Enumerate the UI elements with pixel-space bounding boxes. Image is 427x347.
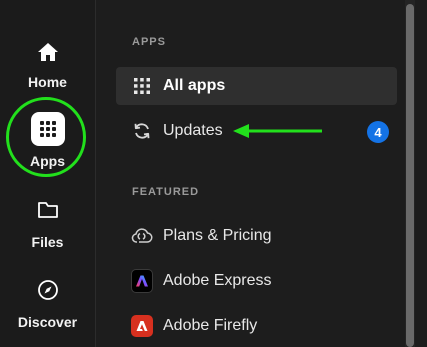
refresh-icon (131, 120, 153, 142)
nav-label-apps: Apps (30, 153, 65, 169)
section-header-featured: FEATURED (132, 186, 200, 198)
compass-icon (34, 276, 62, 304)
creative-cloud-icon (131, 225, 153, 247)
menu-label-adobe-express: Adobe Express (163, 272, 272, 289)
home-icon (34, 38, 62, 66)
folder-icon (34, 196, 62, 224)
nav-label-home: Home (28, 74, 67, 90)
nav-label-files: Files (31, 234, 64, 250)
nav-item-apps[interactable]: Apps (0, 112, 95, 169)
left-nav-rail: Home Apps Files Discover (0, 0, 96, 347)
nav-item-discover[interactable]: Discover (0, 276, 95, 330)
menu-item-adobe-express[interactable]: Adobe Express (116, 262, 397, 300)
adobe-firefly-icon (131, 315, 153, 337)
section-header-apps: APPS (132, 36, 166, 48)
menu-label-all-apps: All apps (163, 77, 226, 94)
adobe-express-icon (131, 269, 153, 293)
menu-label-adobe-firefly: Adobe Firefly (163, 317, 258, 334)
nav-item-home[interactable]: Home (0, 38, 95, 90)
apps-panel: APPS All apps Updates 4 FEATURED Plans &… (96, 0, 427, 347)
annotation-arrow-icon (233, 124, 322, 138)
updates-count-badge: 4 (367, 121, 389, 143)
nav-label-discover: Discover (17, 314, 78, 330)
menu-label-updates: Updates (163, 122, 223, 139)
scrollbar-thumb[interactable] (406, 4, 414, 347)
menu-item-plans-pricing[interactable]: Plans & Pricing (116, 217, 397, 255)
apps-grid-icon (30, 112, 65, 146)
vertical-scrollbar[interactable] (405, 0, 415, 347)
grid-icon (131, 75, 153, 97)
menu-label-plans-pricing: Plans & Pricing (163, 227, 272, 244)
menu-item-adobe-firefly[interactable]: Adobe Firefly (116, 307, 397, 345)
app-window: Home Apps Files Discover APPS All apps U… (0, 0, 427, 347)
nav-item-files[interactable]: Files (0, 196, 95, 250)
menu-item-all-apps[interactable]: All apps (116, 67, 397, 105)
